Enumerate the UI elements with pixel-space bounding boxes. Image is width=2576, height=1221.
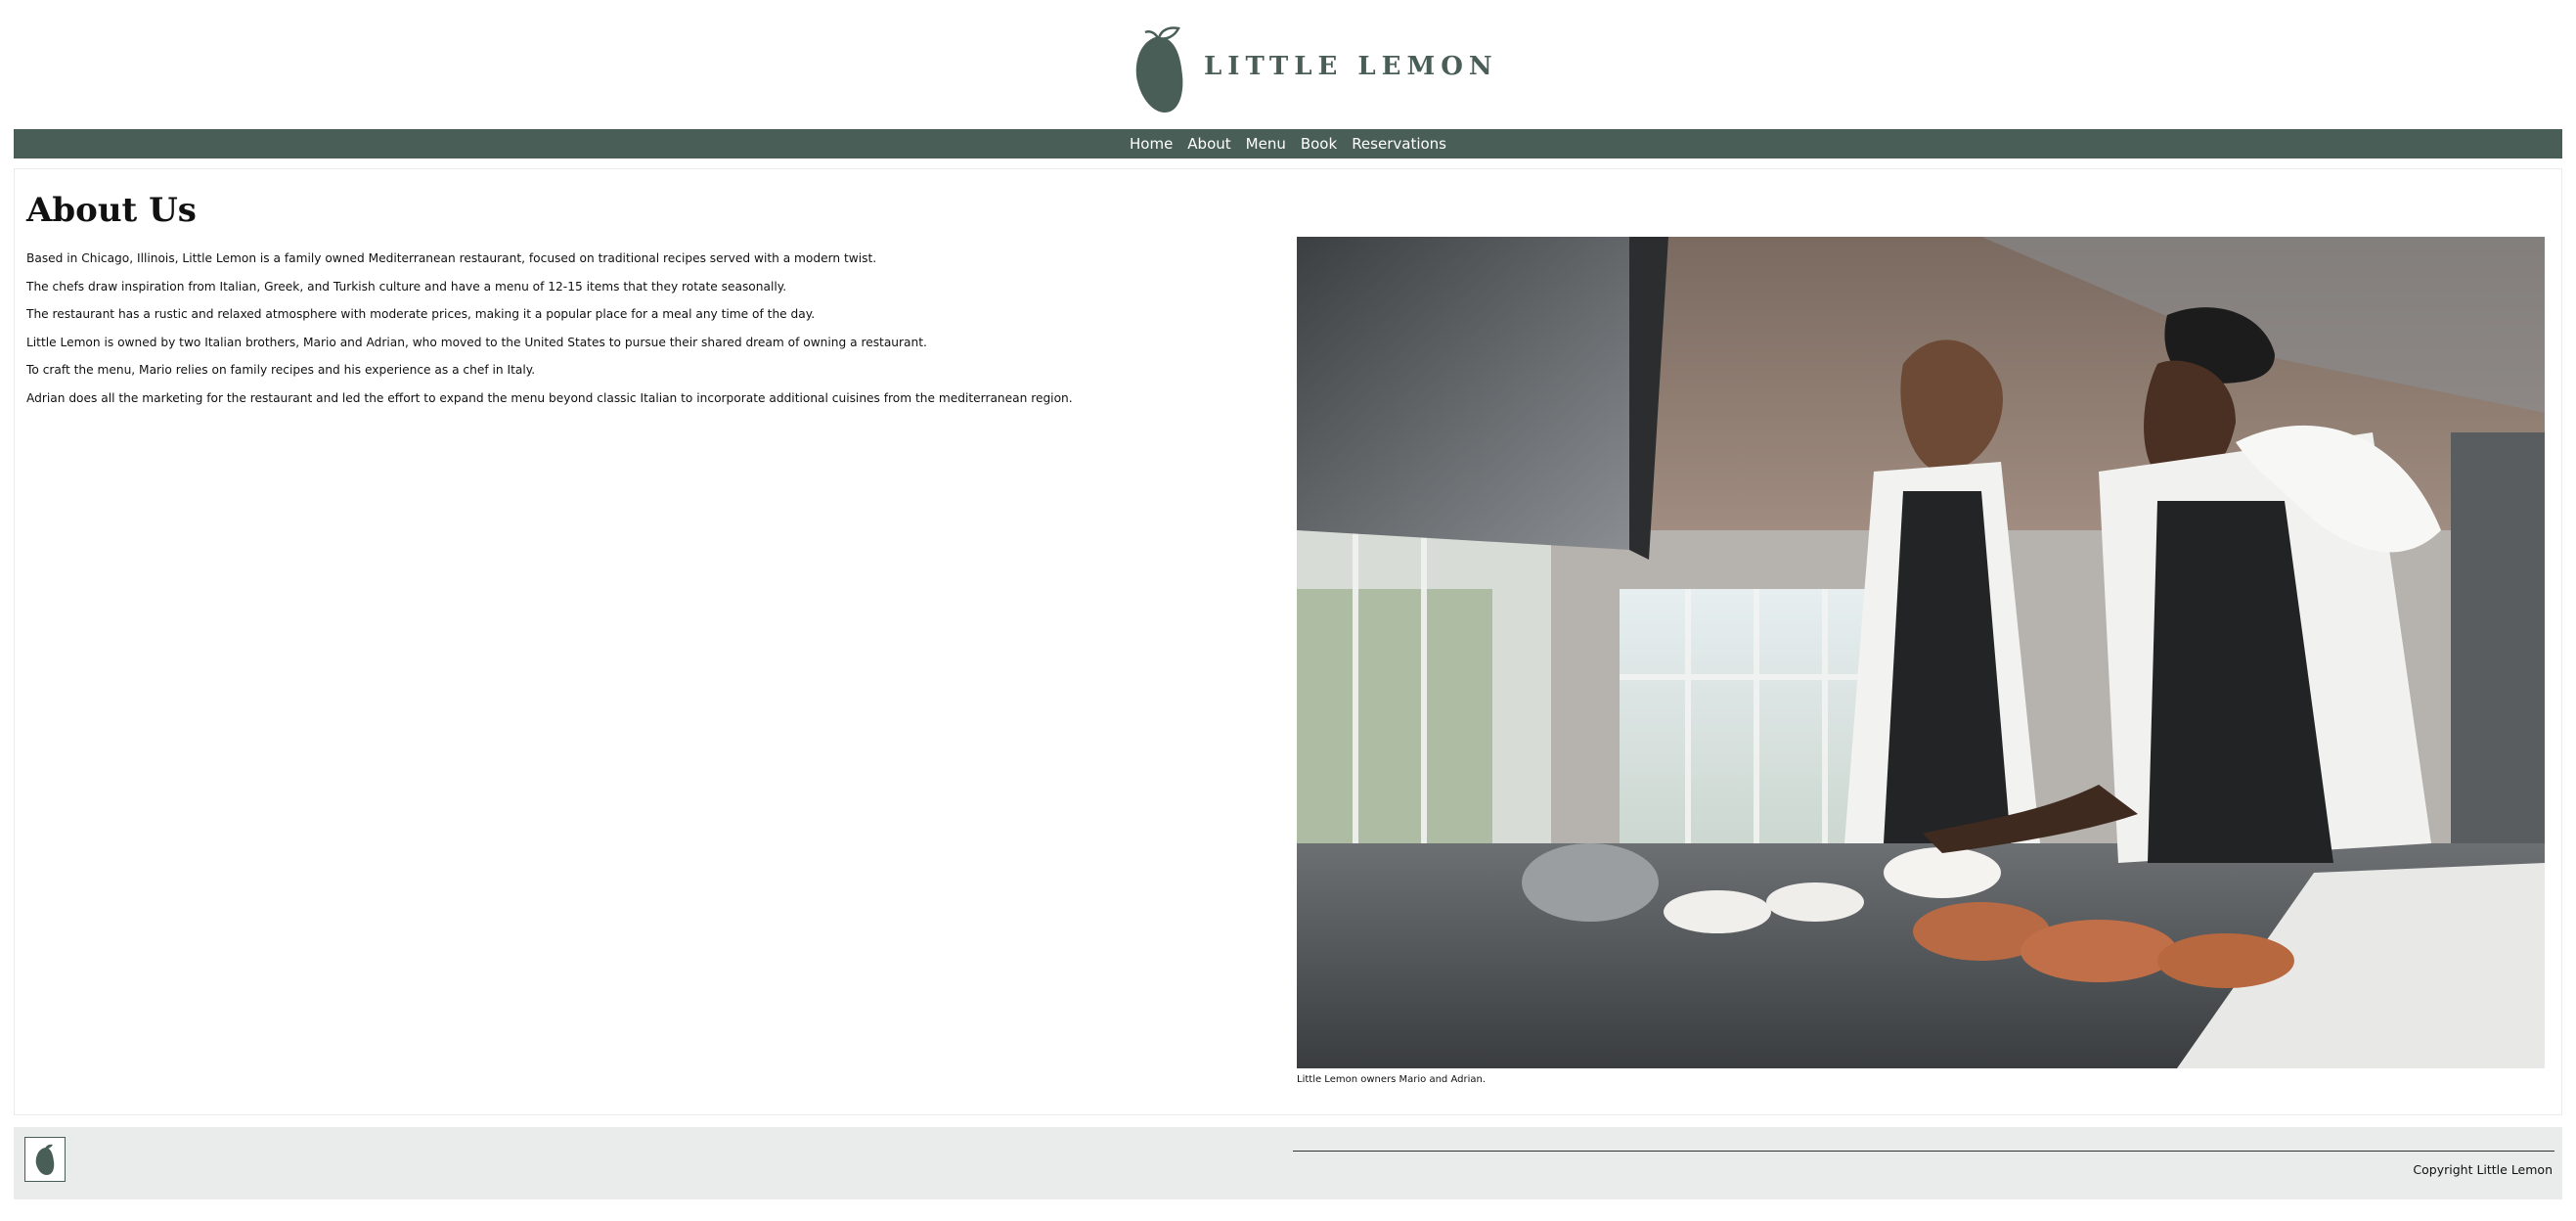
site-header: LITTLE LEMON	[0, 0, 2576, 129]
brand-logo[interactable]: LITTLE LEMON	[1132, 24, 1498, 114]
about-text: Based in Chicago, Illinois, Little Lemon…	[26, 250, 1259, 418]
about-section: About Us Based in Chicago, Illinois, Lit…	[14, 168, 2562, 1115]
nav-item-book[interactable]: Book	[1301, 129, 1337, 158]
nav-item-menu[interactable]: Menu	[1246, 129, 1286, 158]
nav-item-home[interactable]: Home	[1130, 129, 1173, 158]
brand-name: LITTLE LEMON	[1204, 52, 1498, 81]
lemon-icon	[1135, 26, 1183, 113]
photo-caption: Little Lemon owners Mario and Adrian.	[1297, 1074, 1486, 1085]
nav-item-about[interactable]: About	[1187, 129, 1230, 158]
owners-photo-figure: Little Lemon owners Mario and Adrian.	[1297, 237, 2545, 1085]
about-paragraph: The restaurant has a rustic and relaxed …	[26, 307, 816, 321]
lemon-icon	[35, 1144, 55, 1175]
about-paragraph: Little Lemon is owned by two Italian bro…	[26, 335, 927, 349]
about-paragraph: Adrian does all the marketing for the re…	[26, 390, 1073, 405]
about-paragraph: Based in Chicago, Illinois, Little Lemon…	[26, 251, 877, 265]
page-title: About Us	[26, 191, 197, 230]
about-paragraph: The chefs draw inspiration from Italian,…	[26, 279, 787, 294]
footer-divider	[1293, 1151, 2554, 1152]
site-footer: Copyright Little Lemon	[14, 1127, 2562, 1199]
about-paragraph: To craft the menu, Mario relies on famil…	[26, 363, 536, 377]
footer-logo[interactable]	[24, 1137, 66, 1182]
main-nav: Home About Menu Book Reservations	[14, 129, 2562, 158]
nav-item-reservations[interactable]: Reservations	[1352, 129, 1446, 158]
copyright-text: Copyright Little Lemon	[2413, 1162, 2553, 1177]
owners-photo	[1297, 237, 2545, 1068]
